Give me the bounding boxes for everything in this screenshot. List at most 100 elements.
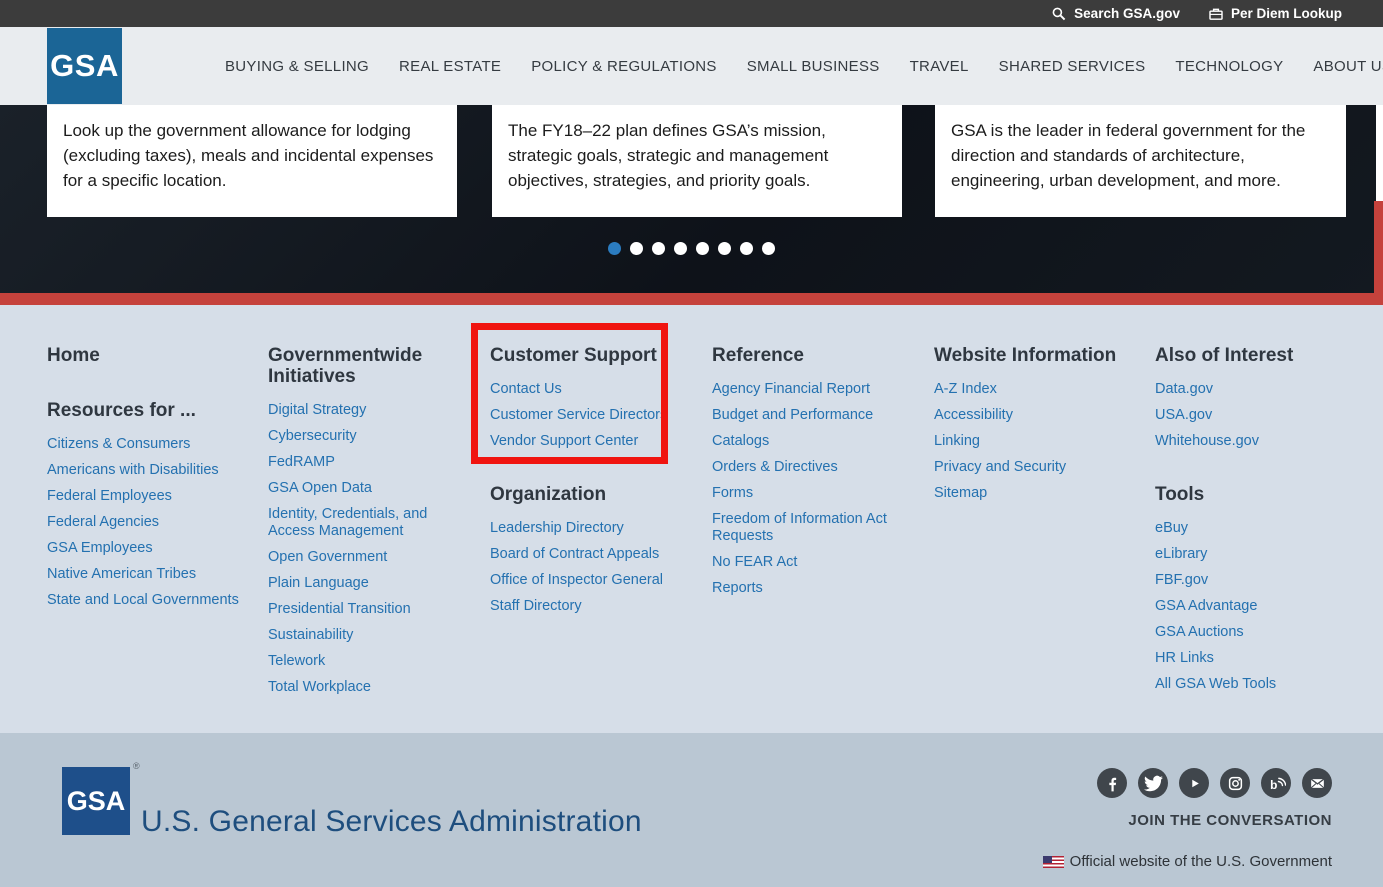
footer-link-list: Citizens & Consumers Americans with Disab… — [47, 436, 262, 609]
twitter-icon[interactable] — [1138, 768, 1168, 798]
footer-heading-reference: Reference — [712, 345, 912, 366]
footer-link-list: eBuy eLibrary FBF.gov GSA Advantage GSA Auct… — [1155, 520, 1360, 693]
carousel-dot-3[interactable] — [652, 242, 665, 255]
gsa-logo-text: GSA — [50, 48, 119, 84]
footer-link-sustainability[interactable]: Sustainability — [268, 627, 473, 644]
footer-link-federal-employees[interactable]: Federal Employees — [47, 488, 262, 505]
gsa-logo-header[interactable]: GSA — [47, 28, 122, 104]
footer-link-board-of-contract-appeals[interactable]: Board of Contract Appeals — [490, 546, 670, 563]
footer-link-orders-directives[interactable]: Orders & Directives — [712, 459, 912, 476]
footer-link-whitehouse-gov[interactable]: Whitehouse.gov — [1155, 433, 1360, 450]
footer-link-contact-us[interactable]: Contact Us — [490, 381, 670, 398]
footer-link-forms[interactable]: Forms — [712, 485, 912, 502]
footer-section-also-of-interest: Also of Interest Data.gov USA.gov Whitehous… — [1155, 345, 1360, 450]
nav-item-small-business[interactable]: SMALL BUSINESS — [747, 58, 880, 75]
footer-link-telework[interactable]: Telework — [268, 653, 473, 670]
carousel-dot-7[interactable] — [740, 242, 753, 255]
footer-heading-resources-for: Resources for ... — [47, 400, 262, 421]
footer-link-ebuy[interactable]: eBuy — [1155, 520, 1360, 537]
footer-link-agency-financial-report[interactable]: Agency Financial Report — [712, 381, 912, 398]
footer-link-citizens-consumers[interactable]: Citizens & Consumers — [47, 436, 262, 453]
join-the-conversation-label: JOIN THE CONVERSATION — [1128, 812, 1332, 829]
footer-link-sitemap[interactable]: Sitemap — [934, 485, 1129, 502]
footer-link-federal-agencies[interactable]: Federal Agencies — [47, 514, 262, 531]
footer-link-gsa-employees[interactable]: GSA Employees — [47, 540, 262, 557]
nav-item-real-estate[interactable]: REAL ESTATE — [399, 58, 501, 75]
carousel-dots — [0, 242, 1383, 255]
facebook-icon[interactable] — [1097, 768, 1127, 798]
hero-card-3[interactable]: GSA is the leader in federal government … — [935, 105, 1346, 217]
blog-icon[interactable]: b — [1261, 768, 1291, 798]
email-icon[interactable] — [1302, 768, 1332, 798]
per-diem-lookup-link[interactable]: Per Diem Lookup — [1208, 6, 1342, 22]
carousel-dot-4[interactable] — [674, 242, 687, 255]
footer-heading-website-information: Website Information — [934, 345, 1129, 366]
carousel-dot-6[interactable] — [718, 242, 731, 255]
search-icon — [1051, 6, 1067, 22]
nav-item-travel[interactable]: TRAVEL — [910, 58, 969, 75]
footer-link-customer-service-directors[interactable]: Customer Service Directors — [490, 407, 670, 424]
hero-card-2[interactable]: The FY18–22 plan defines GSA’s mission, … — [492, 105, 902, 217]
footer-link-total-workplace[interactable]: Total Workplace — [268, 679, 473, 696]
footer-link-privacy-and-security[interactable]: Privacy and Security — [934, 459, 1129, 476]
footer-link-data-gov[interactable]: Data.gov — [1155, 381, 1360, 398]
footer-link-cybersecurity[interactable]: Cybersecurity — [268, 428, 473, 445]
briefcase-icon — [1208, 6, 1224, 22]
footer-section-resources-for: Resources for ... Citizens & Consumers Ame… — [47, 400, 262, 609]
footer-link-native-american-tribes[interactable]: Native American Tribes — [47, 566, 262, 583]
main-nav-bar: GSA BUYING & SELLING REAL ESTATE POLICY & … — [0, 27, 1383, 106]
official-website-row: Official website of the U.S. Government — [1043, 853, 1332, 870]
footer-links: Home Resources for ... Citizens & Consumer… — [0, 305, 1383, 733]
footer-link-hr-links[interactable]: HR Links — [1155, 650, 1360, 667]
nav-item-buying-selling[interactable]: BUYING & SELLING — [225, 58, 369, 75]
footer-link-digital-strategy[interactable]: Digital Strategy — [268, 402, 473, 419]
footer-link-usa-gov[interactable]: USA.gov — [1155, 407, 1360, 424]
footer-heading-customer-support: Customer Support — [490, 345, 670, 366]
footer-link-open-government[interactable]: Open Government — [268, 549, 473, 566]
footer-link-leadership-directory[interactable]: Leadership Directory — [490, 520, 670, 537]
footer-link-plain-language[interactable]: Plain Language — [268, 575, 473, 592]
footer-column-1: Home Resources for ... Citizens & Consumer… — [47, 345, 262, 618]
footer-link-gsa-open-data[interactable]: GSA Open Data — [268, 480, 473, 497]
footer-link-budget-and-performance[interactable]: Budget and Performance — [712, 407, 912, 424]
nav-item-policy-regulations[interactable]: POLICY & REGULATIONS — [531, 58, 717, 75]
footer-link-americans-with-disabilities[interactable]: Americans with Disabilities — [47, 462, 262, 479]
footer-section-organization: OrganizationLeadership DirectoryBoard of… — [490, 484, 670, 615]
footer-link-identity-credentials-and-access-management[interactable]: Identity, Credentials, and Access Manage… — [268, 506, 473, 540]
footer-link-catalogs[interactable]: Catalogs — [712, 433, 912, 450]
footer-link-vendor-support-center[interactable]: Vendor Support Center — [490, 433, 670, 450]
footer-heading-also-of-interest: Also of Interest — [1155, 345, 1360, 366]
footer-heading-home[interactable]: Home — [47, 345, 262, 366]
footer-link-staff-directory[interactable]: Staff Directory — [490, 598, 670, 615]
carousel-dot-8[interactable] — [762, 242, 775, 255]
youtube-icon[interactable] — [1179, 768, 1209, 798]
footer-link-fbf-gov[interactable]: FBF.gov — [1155, 572, 1360, 589]
footer-link-all-gsa-web-tools[interactable]: All GSA Web Tools — [1155, 676, 1360, 693]
carousel-dot-1[interactable] — [608, 242, 621, 255]
footer-link-presidential-transition[interactable]: Presidential Transition — [268, 601, 473, 618]
footer-link-gsa-advantage[interactable]: GSA Advantage — [1155, 598, 1360, 615]
footer-link-gsa-auctions[interactable]: GSA Auctions — [1155, 624, 1360, 641]
footer-link-list: A-Z Index Accessibility Linking Privacy and… — [934, 381, 1129, 502]
footer-column-4: Reference Agency Financial Report Budget a… — [712, 345, 912, 606]
footer-link-linking[interactable]: Linking — [934, 433, 1129, 450]
footer-link-reports[interactable]: Reports — [712, 580, 912, 597]
footer-link-office-of-inspector-general[interactable]: Office of Inspector General — [490, 572, 670, 589]
nav-item-shared-services[interactable]: SHARED SERVICES — [999, 58, 1146, 75]
footer-link-accessibility[interactable]: Accessibility — [934, 407, 1129, 424]
nav-item-about-us[interactable]: ABOUT US — [1313, 58, 1383, 75]
red-divider-bar — [0, 293, 1383, 305]
instagram-icon[interactable] — [1220, 768, 1250, 798]
footer-link-freedom-of-information-act-requests[interactable]: Freedom of Information Act Requests — [712, 511, 912, 545]
search-gsa-link[interactable]: Search GSA.gov — [1051, 6, 1180, 22]
footer-link-fedramp[interactable]: FedRAMP — [268, 454, 473, 471]
footer-link-elibrary[interactable]: eLibrary — [1155, 546, 1360, 563]
carousel-dot-5[interactable] — [696, 242, 709, 255]
carousel-dot-2[interactable] — [630, 242, 643, 255]
footer-link-no-fear-act[interactable]: No FEAR Act — [712, 554, 912, 571]
footer-column-3: Customer Support Contact Us Customer Servi… — [490, 345, 670, 624]
footer-link-state-and-local-governments[interactable]: State and Local Governments — [47, 592, 262, 609]
nav-item-technology[interactable]: TECHNOLOGY — [1175, 58, 1283, 75]
hero-card-1[interactable]: Look up the government allowance for lod… — [47, 105, 457, 217]
footer-link-a-z-index[interactable]: A-Z Index — [934, 381, 1129, 398]
